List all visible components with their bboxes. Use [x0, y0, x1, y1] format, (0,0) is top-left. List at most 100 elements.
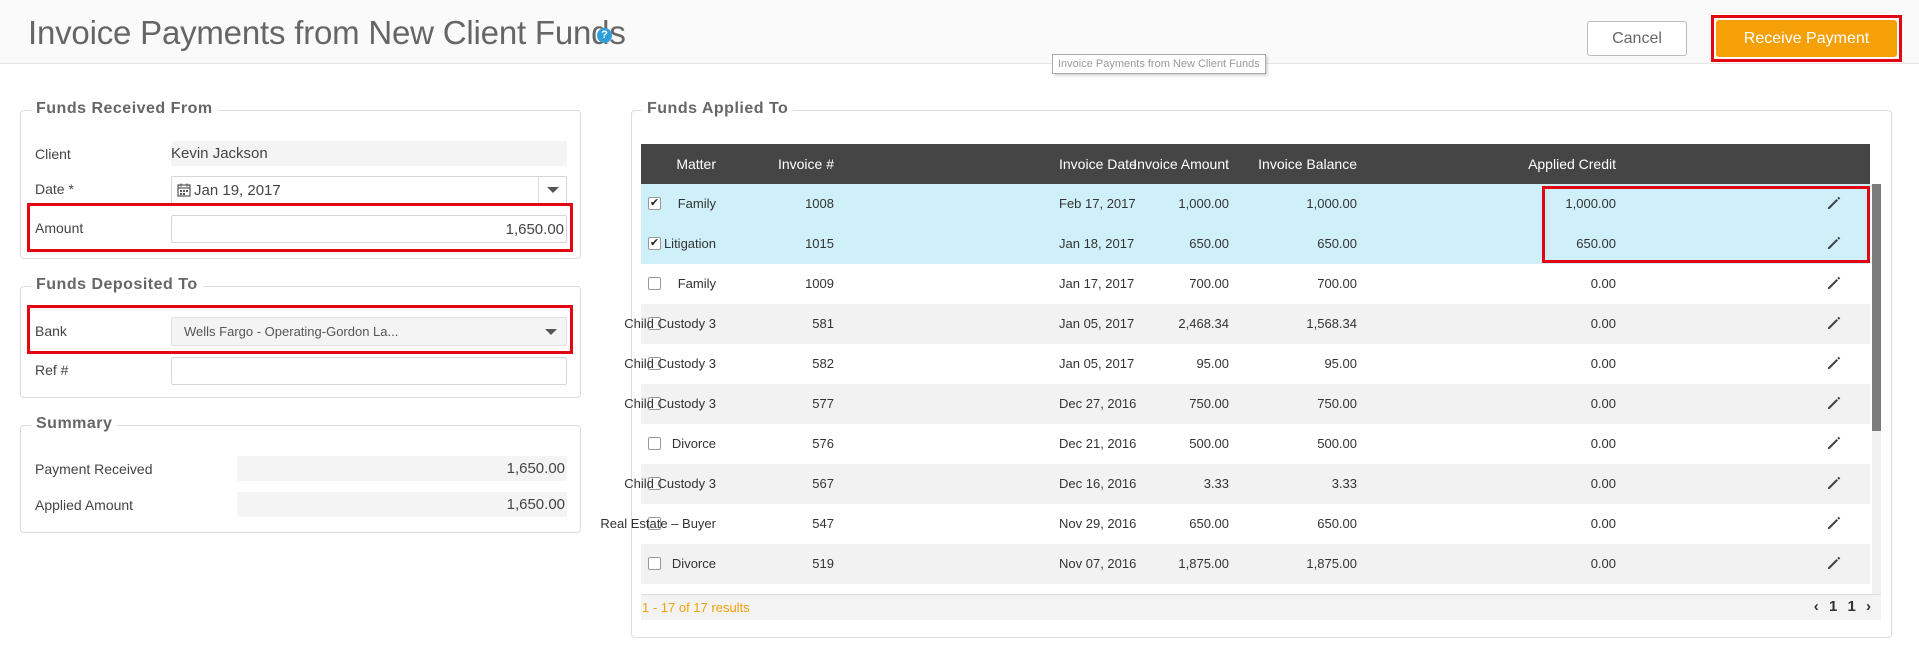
cell-matter: Child Custody 3: [624, 356, 716, 371]
cell-invoice-amount: 650.00: [1189, 236, 1229, 251]
pencil-icon[interactable]: [1825, 514, 1843, 532]
row-checkbox[interactable]: ✔: [648, 197, 661, 210]
summary-section: Summary Payment Received 1,650.00 Applie…: [20, 415, 581, 533]
bank-value: Wells Fargo - Operating-Gordon La...: [184, 324, 399, 339]
table-row[interactable]: ✔ Family 1008 Feb 17, 2017 1,000.00 1,000.00 1…: [641, 184, 1870, 224]
col-invoice-amount[interactable]: Invoice Amount: [1133, 156, 1229, 172]
date-value: Jan 19, 2017: [194, 182, 281, 199]
cell-applied-credit: 0.00: [1590, 436, 1616, 451]
title-tooltip: Invoice Payments from New Client Funds: [1052, 54, 1266, 74]
calendar-icon: [177, 183, 191, 197]
pencil-icon[interactable]: [1825, 234, 1843, 252]
cell-invoice-amount: 3.33: [1203, 476, 1229, 491]
table-row[interactable]: Child Custody 3 581 Jan 05, 2017 2,468.34 1,…: [624, 304, 1870, 344]
cell-invoice-date: Dec 16, 2016: [1059, 476, 1137, 491]
funds-deposited-legend: Funds Deposited To: [31, 276, 203, 294]
cell-invoice-balance: 500.00: [1317, 436, 1357, 451]
prev-page-button[interactable]: ‹: [1814, 598, 1819, 615]
question-circle-icon[interactable]: ?: [597, 28, 612, 43]
table-row[interactable]: Divorce 576 Dec 21, 2016 500.00 500.00 0.00: [641, 424, 1870, 464]
cancel-button[interactable]: Cancel: [1587, 21, 1687, 56]
col-applied-credit[interactable]: Applied Credit: [1528, 156, 1616, 172]
table-row[interactable]: Real Estate – Buyer 547 Nov 29, 2016 650.00…: [600, 504, 1870, 544]
amount-input[interactable]: 1,650.00: [171, 215, 567, 243]
cell-invoice-balance: 650.00: [1317, 236, 1357, 251]
cell-invoice-date: Nov 07, 2016: [1059, 556, 1137, 571]
date-dropdown-toggle[interactable]: [538, 177, 566, 203]
bank-select[interactable]: Wells Fargo - Operating-Gordon La...: [171, 317, 567, 346]
col-invoice-date[interactable]: Invoice Date: [1059, 156, 1137, 172]
table-row[interactable]: Child Custody 3 567 Dec 16, 2016 3.33 3.33 0.…: [624, 464, 1870, 504]
date-picker[interactable]: Jan 19, 2017: [171, 176, 567, 204]
table-row[interactable]: Divorce 519 Nov 07, 2016 1,875.00 1,875.00 0.…: [641, 544, 1870, 584]
table-row[interactable]: Child Custody 3 582 Jan 05, 2017 95.00 95.00…: [624, 344, 1870, 384]
page-header: Invoice Payments from New Client Funds ?…: [0, 0, 1919, 64]
table-header: Matter Invoice # Invoice Date Invoice Am…: [641, 144, 1870, 184]
cell-invoice-no: 1009: [805, 276, 834, 291]
cell-invoice-date: Jan 18, 2017: [1059, 236, 1135, 251]
ref-label: Ref #: [35, 362, 69, 378]
col-invoice-no[interactable]: Invoice #: [778, 156, 834, 172]
pencil-icon[interactable]: [1825, 394, 1843, 412]
col-invoice-balance[interactable]: Invoice Balance: [1258, 156, 1357, 172]
funds-applied-legend: Funds Applied To: [642, 100, 794, 118]
cell-invoice-amount: 2,468.34: [1178, 316, 1229, 331]
table-row[interactable]: Child Custody 3 577 Dec 27, 2016 750.00 750.…: [624, 384, 1870, 424]
cell-applied-credit: 0.00: [1590, 276, 1616, 291]
applied-amount-label: Applied Amount: [35, 497, 134, 513]
row-checkbox[interactable]: [648, 437, 661, 450]
chevron-down-icon: [545, 329, 557, 335]
cell-invoice-no: 519: [812, 556, 834, 571]
row-checkbox[interactable]: [648, 277, 661, 290]
page-title: Invoice Payments from New Client Funds: [28, 14, 626, 51]
cell-invoice-balance: 700.00: [1317, 276, 1357, 291]
cell-matter: Divorce: [671, 436, 716, 451]
cell-applied-credit: 0.00: [1590, 356, 1616, 371]
cell-invoice-date: Dec 21, 2016: [1059, 436, 1137, 451]
receive-payment-button[interactable]: Receive Payment: [1716, 20, 1897, 57]
cell-invoice-date: Jan 17, 2017: [1059, 276, 1135, 291]
scrollbar-thumb[interactable]: [1872, 184, 1881, 431]
col-matter[interactable]: Matter: [676, 156, 716, 172]
table-scrollbar[interactable]: [1872, 184, 1881, 594]
next-page-button[interactable]: ›: [1866, 598, 1871, 615]
pencil-icon[interactable]: [1825, 554, 1843, 572]
pencil-icon[interactable]: [1825, 434, 1843, 452]
pencil-icon[interactable]: [1825, 354, 1843, 372]
row-checkbox[interactable]: [648, 557, 661, 570]
pencil-icon[interactable]: [1825, 194, 1843, 212]
cell-invoice-amount: 500.00: [1189, 436, 1229, 451]
payment-received-label: Payment Received: [35, 461, 153, 477]
cell-matter: Family: [677, 196, 716, 211]
cell-invoice-no: 1008: [805, 196, 834, 211]
cell-invoice-amount: 95.00: [1196, 356, 1229, 371]
cell-applied-credit: 0.00: [1590, 556, 1616, 571]
table-row[interactable]: Family 1009 Jan 17, 2017 700.00 700.00 0.00: [641, 264, 1870, 304]
client-value: Kevin Jackson: [171, 145, 268, 162]
payment-received-value: 1,650.00: [506, 460, 565, 477]
table-footer: 1 - 17 of 17 results ‹ 1 1 ›: [641, 594, 1881, 620]
pencil-icon[interactable]: [1825, 474, 1843, 492]
cell-invoice-amount: 700.00: [1189, 276, 1229, 291]
summary-legend: Summary: [31, 415, 118, 433]
applied-amount-value: 1,650.00: [506, 496, 565, 513]
cell-matter: Litigation: [663, 236, 716, 251]
row-checkbox[interactable]: ✔: [648, 237, 661, 250]
cell-matter: Family: [677, 276, 716, 291]
cell-invoice-no: 581: [812, 316, 834, 331]
pagination: ‹ 1 1 ›: [1808, 598, 1871, 615]
cell-invoice-no: 547: [812, 516, 834, 531]
cell-invoice-no: 1015: [805, 236, 834, 251]
cell-applied-credit: 0.00: [1590, 516, 1616, 531]
cell-invoice-amount: 1,875.00: [1178, 556, 1229, 571]
ref-input[interactable]: [171, 357, 567, 385]
table-row[interactable]: ✔ Litigation 1015 Jan 18, 2017 650.00 650.00 6…: [641, 224, 1870, 264]
pencil-icon[interactable]: [1825, 314, 1843, 332]
cell-applied-credit: 0.00: [1590, 316, 1616, 331]
pencil-icon[interactable]: [1825, 274, 1843, 292]
cell-invoice-no: 567: [812, 476, 834, 491]
cell-invoice-no: 576: [812, 436, 834, 451]
cell-invoice-balance: 3.33: [1331, 476, 1357, 491]
page-number[interactable]: 1: [1829, 598, 1837, 615]
bank-label: Bank: [35, 323, 67, 339]
